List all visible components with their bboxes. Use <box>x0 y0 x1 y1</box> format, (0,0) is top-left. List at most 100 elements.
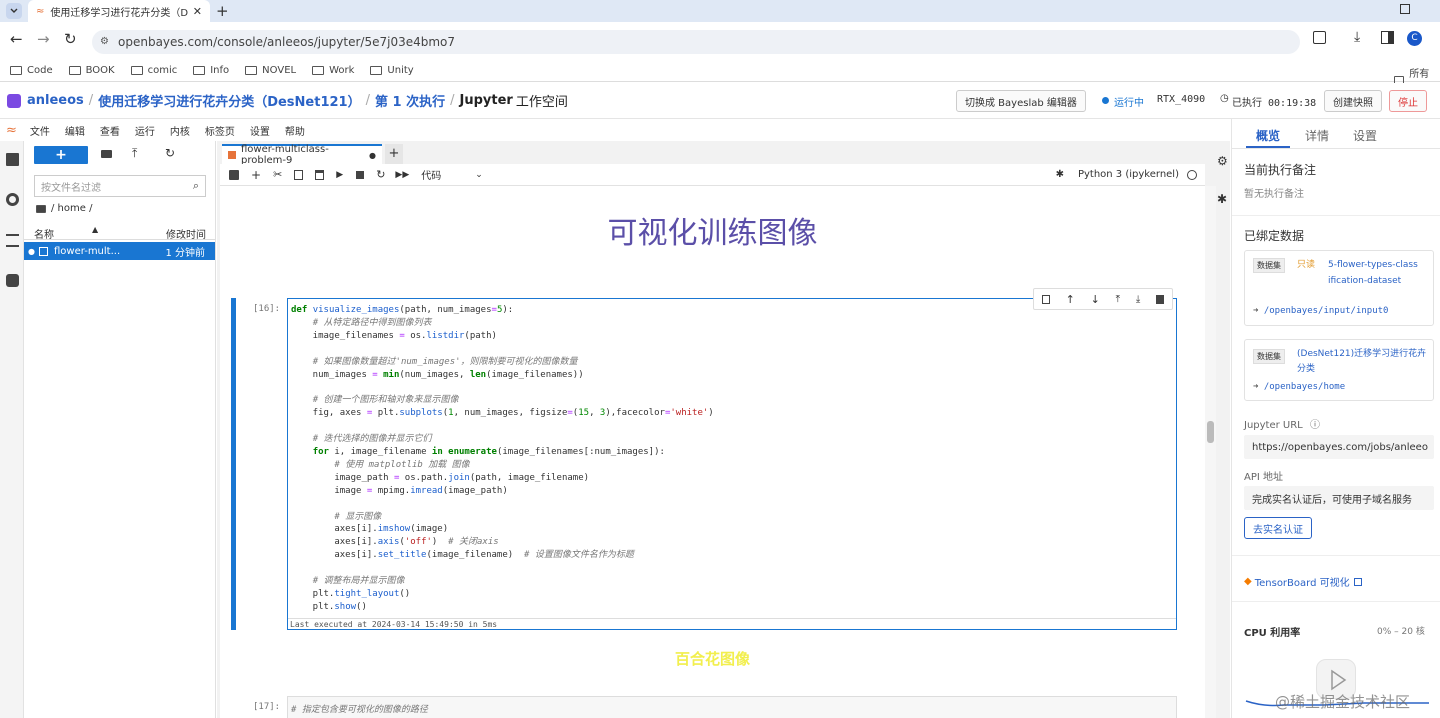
info-icon[interactable]: ⓘ <box>1310 420 1320 431</box>
markdown-heading: 可视化训练图像 <box>607 216 818 251</box>
breadcrumb-user[interactable]: anleeos <box>27 93 84 108</box>
status-dot-icon <box>1102 97 1109 104</box>
site-info-icon[interactable]: ⚙ <box>100 36 109 47</box>
folder-icon[interactable] <box>36 204 46 213</box>
unsaved-dot-icon[interactable]: ● <box>369 151 376 160</box>
scrollbar-thumb[interactable] <box>1207 421 1214 443</box>
file-browser-icon[interactable] <box>6 153 19 166</box>
menu-tabs[interactable]: 标签页 <box>205 123 235 138</box>
column-modified[interactable]: 修改时间 <box>166 226 206 241</box>
cell-type-select[interactable]: 代码 <box>421 167 441 182</box>
move-down-icon[interactable]: ↓ <box>1091 293 1100 306</box>
paste-icon[interactable] <box>315 169 325 180</box>
profile-avatar[interactable]: C <box>1407 31 1422 46</box>
dataset-card[interactable]: 数据集 只读 5-flower-types-classification-dat… <box>1244 250 1434 326</box>
code-editor[interactable]: def visualize_images(path, num_images=5)… <box>287 298 1177 630</box>
bug-icon[interactable]: ✱ <box>1056 169 1064 180</box>
kernel-name[interactable]: Python 3 (ipykernel) <box>1078 169 1179 180</box>
restart-run-all-icon[interactable]: ▶▶ <box>395 170 409 180</box>
menu-view[interactable]: 查看 <box>100 123 120 138</box>
breadcrumb-run[interactable]: 第 1 次执行 <box>375 91 445 110</box>
notebook-tab[interactable]: flower-multiclass-problem-9 ● <box>222 144 382 166</box>
reload-icon[interactable]: ↻ <box>64 30 77 48</box>
column-name[interactable]: 名称 <box>34 226 54 241</box>
menu-kernel[interactable]: 内核 <box>170 123 190 138</box>
menu-file[interactable]: 文件 <box>30 123 50 138</box>
chevron-down-icon[interactable]: ⌄ <box>475 170 483 180</box>
bookmark-book[interactable]: BOOK <box>68 65 115 76</box>
menu-help[interactable]: 帮助 <box>285 123 305 138</box>
move-up-icon[interactable]: ↑ <box>1066 293 1075 306</box>
clock-icon: ◷ <box>1220 93 1229 104</box>
browser-tab[interactable]: ≈ 使用迁移学习进行花卉分类（D ✕ <box>28 0 210 22</box>
bookmark-novel[interactable]: NOVEL <box>245 65 296 76</box>
file-row[interactable]: ● flower-mult... 1 分钟前 <box>24 242 215 260</box>
tensorboard-link[interactable]: ◆ TensorBoard 可视化 <box>1244 574 1362 589</box>
tab-settings[interactable]: 设置 <box>1353 127 1377 144</box>
tab-overview[interactable]: 概览 <box>1256 127 1280 144</box>
file-filter-input[interactable]: 按文件名过滤 ⌕ <box>34 175 206 197</box>
execution-info: Last executed at 2024-03-14 15:49:50 in … <box>288 618 1176 629</box>
breadcrumb-project[interactable]: 使用迁移学习进行花卉分类（DesNet121） <box>98 91 360 110</box>
interrupt-icon[interactable] <box>356 170 365 179</box>
close-icon[interactable]: ✕ <box>193 5 202 18</box>
jupyter-url-field[interactable]: https://openbayes.com/jobs/anleeo <box>1244 435 1434 459</box>
cpu-range: 0% – 20 核 <box>1377 627 1425 637</box>
file-list-header: 名称 ▲ 修改时间 <box>24 224 215 241</box>
stop-button[interactable]: 停止 <box>1389 90 1427 112</box>
restore-window-icon[interactable] <box>1400 4 1410 14</box>
bookmark-work[interactable]: Work <box>312 65 354 76</box>
insert-above-icon[interactable]: ⤒ <box>1116 294 1120 305</box>
bookmark-code[interactable]: Code <box>10 65 53 76</box>
dataset-card[interactable]: 数据集 (DesNet121)迁移学习进行花卉分类 ➜ /openbayes/h… <box>1244 339 1434 401</box>
notebook-scrollbar[interactable] <box>1205 186 1216 718</box>
url-bar[interactable]: ⚙ openbayes.com/console/anleeos/jupyter/… <box>92 30 1300 54</box>
forward-icon[interactable]: → <box>37 30 50 48</box>
sidebar-icon[interactable] <box>1381 31 1394 44</box>
new-folder-icon[interactable] <box>101 150 112 158</box>
debugger-icon[interactable]: ✱ <box>1217 192 1227 206</box>
jupyter-url-label: Jupyter URL ⓘ <box>1244 420 1320 431</box>
create-snapshot-button[interactable]: 创建快照 <box>1324 90 1382 112</box>
menu-edit[interactable]: 编辑 <box>65 123 85 138</box>
back-icon[interactable]: ← <box>10 30 23 48</box>
bookmark-comic[interactable]: comic <box>130 65 177 76</box>
bookmark-info[interactable]: Info <box>193 65 229 76</box>
refresh-icon[interactable]: ↻ <box>165 146 175 160</box>
insert-below-icon[interactable]: ⤓ <box>1136 294 1140 305</box>
tab-details[interactable]: 详情 <box>1305 127 1329 144</box>
save-icon[interactable] <box>229 169 239 180</box>
insert-cell-icon[interactable]: + <box>251 168 261 182</box>
copy-icon[interactable] <box>294 169 304 180</box>
upload-icon[interactable]: ⤒ <box>132 146 137 161</box>
property-inspector-icon[interactable]: ⚙ <box>1217 154 1228 168</box>
dataset-name[interactable]: 5-flower-types-classification-dataset <box>1328 257 1418 289</box>
code-cell[interactable]: [17]: # 指定包含要可视化的图像的路径 <box>231 696 1177 718</box>
bookmark-unity[interactable]: Unity <box>370 65 414 76</box>
tab-search-button[interactable] <box>6 3 22 19</box>
dataset-name[interactable]: (DesNet121)迁移学习进行花卉分类 <box>1297 347 1429 377</box>
switch-editor-button[interactable]: 切换成 Bayeslab 编辑器 <box>956 90 1086 112</box>
api-field[interactable]: 完成实名认证后，可使用子域名服务 <box>1244 486 1434 510</box>
verify-identity-button[interactable]: 去实名认证 <box>1244 517 1312 539</box>
openbayes-logo-icon <box>7 93 21 108</box>
new-tab-button[interactable]: + <box>216 2 229 20</box>
menu-settings[interactable]: 设置 <box>250 123 270 138</box>
run-icon[interactable]: ▶ <box>336 170 343 180</box>
restart-icon[interactable]: ↻ <box>376 168 385 181</box>
extensions-puzzle-icon[interactable] <box>6 274 19 287</box>
menu-run[interactable]: 运行 <box>135 123 155 138</box>
download-icon[interactable]: ⤓ <box>1354 29 1360 45</box>
duplicate-cell-icon[interactable] <box>1041 294 1050 304</box>
right-activity-bar: ⚙ ✱ <box>1217 144 1230 718</box>
table-of-contents-icon[interactable] <box>6 234 19 247</box>
cut-icon[interactable]: ✂ <box>273 168 282 181</box>
running-sessions-icon[interactable] <box>6 193 19 206</box>
new-launcher-button[interactable]: + <box>34 146 88 164</box>
code-editor[interactable]: # 指定包含要可视化的图像的路径 <box>287 696 1177 718</box>
extensions-icon[interactable] <box>1313 31 1326 44</box>
notebook-content: 可视化训练图像 [16]: def visualize_images(path,… <box>220 186 1205 718</box>
add-tab-button[interactable]: + <box>385 144 403 164</box>
delete-cell-icon[interactable] <box>1156 294 1165 304</box>
code-cell[interactable]: [16]: def visualize_images(path, num_ima… <box>231 288 1177 630</box>
